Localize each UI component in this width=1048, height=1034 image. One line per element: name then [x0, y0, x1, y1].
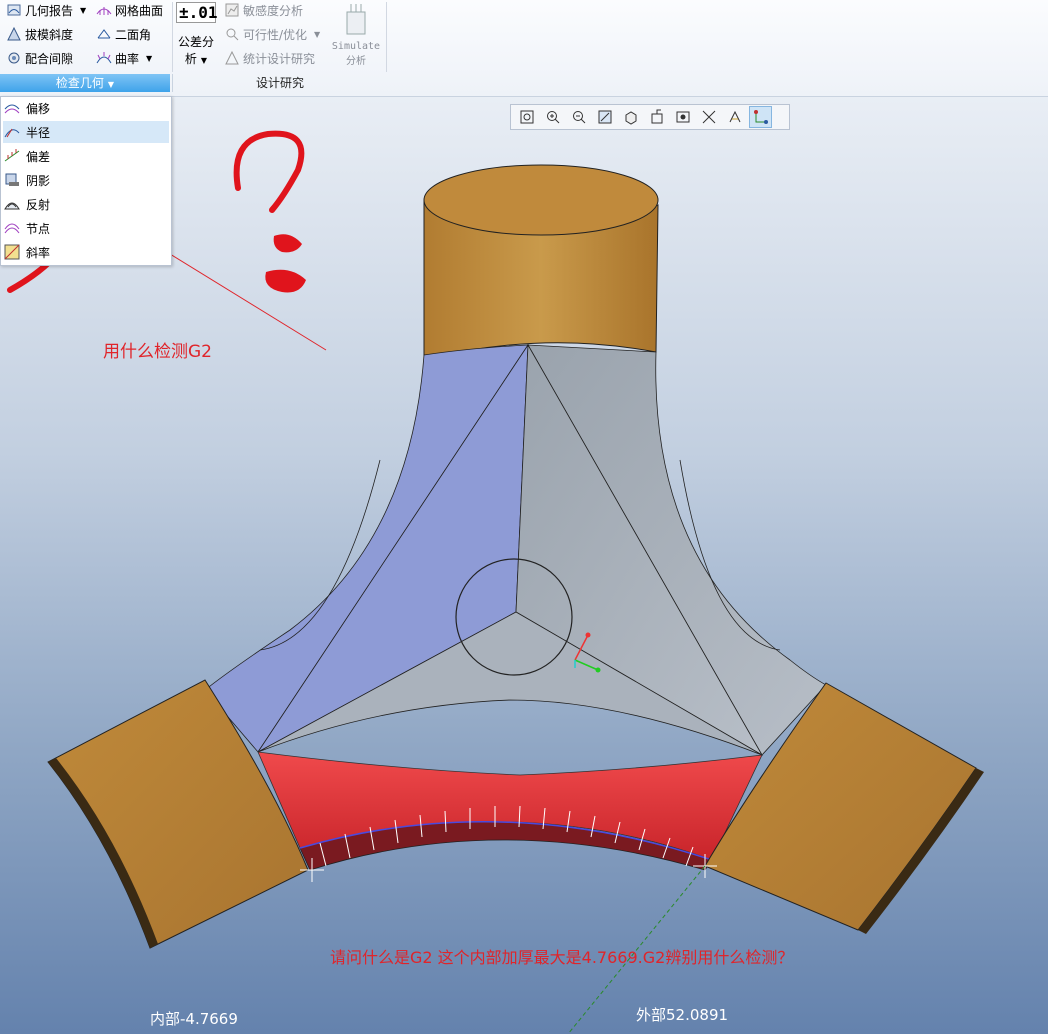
datum-display-button[interactable]	[697, 106, 720, 128]
annotation-main-question: 请问什么是G2 这个内部加厚最大是4.7669.G2辨别用什么检测？	[330, 948, 794, 967]
sensitivity-analysis-button[interactable]: 敏感度分析	[224, 0, 303, 20]
view-manager-button[interactable]	[671, 106, 694, 128]
simulate-analysis-button[interactable]: Simulate 分析	[330, 2, 382, 70]
refit-button[interactable]	[515, 106, 538, 128]
tolerance-icon: ±.01	[176, 2, 218, 23]
slope-icon	[4, 244, 20, 260]
red-analysis-region[interactable]	[257, 751, 763, 871]
geometry-report-icon	[7, 4, 21, 16]
draft-angle-button[interactable]: 拔模斜度	[6, 24, 73, 44]
chevron-down-icon: ▼	[314, 29, 321, 39]
chevron-down-icon: ▼	[107, 80, 115, 89]
mesh-surface-icon	[96, 7, 112, 15]
design-study-group-label: 设计研究	[172, 74, 387, 92]
draft-angle-icon	[7, 26, 21, 41]
menu-item-slope[interactable]: 斜率	[3, 241, 169, 263]
body-surface[interactable]	[204, 343, 827, 757]
curvature-icon	[96, 52, 112, 64]
zoom-in-button[interactable]	[541, 106, 564, 128]
tolerance-analysis-button[interactable]: ±.01 公差分 析 ▼	[176, 2, 218, 70]
view-manager-icon	[676, 111, 689, 123]
top-cylinder[interactable]	[423, 164, 659, 361]
menu-item-radius[interactable]: 半径	[3, 121, 169, 143]
menu-item-offset[interactable]: 偏移	[3, 97, 169, 119]
dihedral-angle-button[interactable]: 二面角	[96, 24, 151, 44]
sensitivity-icon	[225, 3, 239, 17]
mesh-surface-button[interactable]: 网格曲面	[96, 0, 163, 20]
fit-clearance-icon	[8, 52, 20, 64]
pick-crosshairs	[300, 854, 717, 882]
reflection-icon	[4, 202, 20, 210]
inspect-geometry-menu: 偏移 半径 偏差 阴影 反射 节点 斜率	[0, 96, 172, 266]
zoom-out-button[interactable]	[567, 106, 590, 128]
saved-views-button[interactable]	[645, 106, 668, 128]
spin-center-button[interactable]	[749, 106, 772, 128]
menu-item-node[interactable]: 节点	[3, 217, 169, 239]
statistical-design-study-button[interactable]: 统计设计研究	[224, 48, 315, 68]
feasibility-optimization-button[interactable]: 可行性/优化 ▼	[224, 24, 320, 44]
shadow-icon	[5, 173, 19, 186]
question-mark-dots	[265, 234, 306, 293]
ribbon: 几何报告 ▼ 拔模斜度 配合间隙 网格曲面 二面角 曲率 ▼ ±.01 公差分 析 ▼…	[0, 0, 1048, 97]
statistics-icon	[225, 50, 239, 65]
refit-icon	[520, 110, 533, 124]
spin-center-icon	[753, 110, 768, 124]
saved-views-icon	[651, 109, 662, 124]
chevron-down-icon: ▼	[200, 56, 208, 65]
curvature-button[interactable]: 曲率 ▼	[96, 48, 152, 68]
repaint-icon	[598, 110, 611, 124]
radius-icon	[4, 128, 20, 138]
offset-icon	[4, 104, 20, 114]
feasibility-icon	[226, 28, 239, 41]
graphics-toolbar	[510, 104, 790, 130]
deviation-icon	[4, 149, 20, 162]
menu-item-shadow[interactable]: 阴影	[3, 169, 169, 191]
menu-item-deviation[interactable]: 偏差	[3, 145, 169, 167]
group-separator	[172, 2, 173, 72]
menu-item-reflection[interactable]: 反射	[3, 193, 169, 215]
annotation-display-button[interactable]	[723, 106, 746, 128]
dihedral-angle-icon	[97, 29, 111, 39]
inner-thickness-readout: 内部-4.7669	[150, 1010, 238, 1028]
node-icon	[4, 223, 20, 234]
fit-clearance-button[interactable]: 配合间隙	[6, 48, 73, 68]
chevron-down-icon: ▼	[80, 5, 87, 15]
geometry-report-button[interactable]: 几何报告 ▼	[6, 0, 86, 20]
annotation-display-icon	[729, 110, 740, 123]
group-separator	[386, 2, 387, 72]
annotation-g2-question: 用什么检测G2	[103, 342, 212, 362]
inspect-geometry-group-tab[interactable]: 检查几何 ▼	[0, 74, 170, 92]
zoom-out-icon	[572, 111, 585, 124]
zoom-in-icon	[546, 111, 559, 124]
chevron-down-icon: ▼	[146, 53, 153, 63]
datum-display-icon	[702, 110, 715, 124]
outer-thickness-readout: 外部52.0891	[636, 1006, 729, 1024]
repaint-button[interactable]	[593, 106, 616, 128]
simulate-icon	[346, 4, 366, 35]
display-style-button[interactable]	[619, 106, 642, 128]
display-style-icon	[625, 111, 636, 125]
